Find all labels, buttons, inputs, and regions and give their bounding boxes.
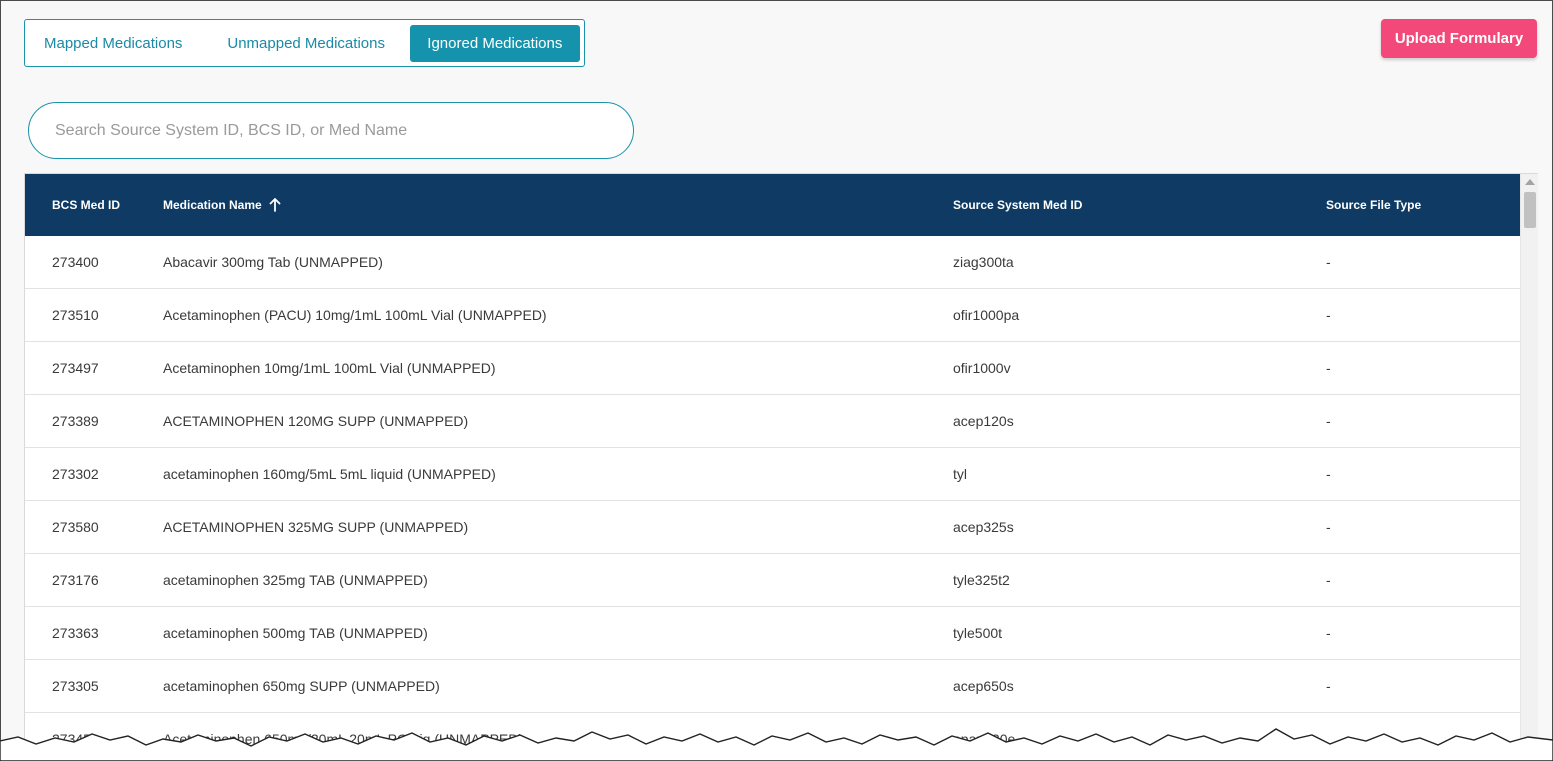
cell-source-system-med-id: tyl [953,466,967,482]
cell-medication-name: acetaminophen 325mg TAB (UNMAPPED) [163,572,428,588]
cell-bcs-med-id: 273497 [52,360,99,376]
cell-source-file-type: - [1326,625,1331,641]
table-row[interactable]: 273510 Acetaminophen (PACU) 10mg/1mL 100… [25,289,1520,342]
cell-source-system-med-id: ofir1000pa [953,307,1020,323]
column-header-source-system-med-id[interactable]: Source System Med ID [953,174,1082,236]
arrow-up-icon[interactable] [269,198,281,212]
cell-source-file-type: - [1326,360,1331,376]
torn-edge-decoration [0,728,1553,761]
cell-source-file-type: - [1326,519,1331,535]
cell-bcs-med-id: 273510 [52,307,99,323]
search-input[interactable] [28,102,634,159]
table-header: BCS Med ID Medication Name Source System… [25,174,1520,236]
tab-ignored-medications[interactable]: Ignored Medications [409,24,580,62]
column-header-medication-name[interactable]: Medication Name [163,174,281,236]
column-header-bcs-med-id[interactable]: BCS Med ID [52,174,120,236]
cell-medication-name: Acetaminophen 10mg/1mL 100mL Vial (UNMAP… [163,360,496,376]
cell-medication-name: Acetaminophen (PACU) 10mg/1mL 100mL Vial… [163,307,547,323]
cell-source-system-med-id: acep120s [953,413,1014,429]
cell-source-file-type: - [1326,413,1331,429]
table-row[interactable]: 273305 acetaminophen 650mg SUPP (UNMAPPE… [25,660,1520,713]
scroll-up-arrow-icon[interactable] [1525,179,1535,185]
tab-unmapped-medications[interactable]: Unmapped Medications [210,25,409,62]
table-row[interactable]: 273497 Acetaminophen 10mg/1mL 100mL Vial… [25,342,1520,395]
table-scrollbar[interactable] [1520,174,1538,760]
table-row[interactable]: 273580 ACETAMINOPHEN 325MG SUPP (UNMAPPE… [25,501,1520,554]
column-header-source-file-type[interactable]: Source File Type [1326,174,1421,236]
cell-medication-name: ACETAMINOPHEN 325MG SUPP (UNMAPPED) [163,519,469,535]
table-body: 273400 Abacavir 300mg Tab (UNMAPPED) zia… [25,236,1520,760]
medications-table: BCS Med ID Medication Name Source System… [24,173,1538,760]
medication-tabs: Mapped Medications Unmapped Medications … [24,19,585,67]
cell-bcs-med-id: 273580 [52,519,99,535]
table-row[interactable]: 273176 acetaminophen 325mg TAB (UNMAPPED… [25,554,1520,607]
cell-source-system-med-id: tyle325t2 [953,572,1010,588]
cell-bcs-med-id: 273302 [52,466,99,482]
cell-medication-name: Abacavir 300mg Tab (UNMAPPED) [163,254,383,270]
cell-source-system-med-id: ofir1000v [953,360,1011,376]
table-row[interactable]: 273400 Abacavir 300mg Tab (UNMAPPED) zia… [25,236,1520,289]
tab-mapped-medications[interactable]: Mapped Medications [29,25,210,62]
table-row[interactable]: 273389 ACETAMINOPHEN 120MG SUPP (UNMAPPE… [25,395,1520,448]
table-row[interactable]: 273363 acetaminophen 500mg TAB (UNMAPPED… [25,607,1520,660]
cell-medication-name: acetaminophen 500mg TAB (UNMAPPED) [163,625,428,641]
cell-source-file-type: - [1326,466,1331,482]
cell-bcs-med-id: 273389 [52,413,99,429]
scrollbar-thumb[interactable] [1524,192,1536,228]
cell-medication-name: ACETAMINOPHEN 120MG SUPP (UNMAPPED) [163,413,469,429]
cell-source-file-type: - [1326,307,1331,323]
cell-medication-name: acetaminophen 160mg/5mL 5mL liquid (UNMA… [163,466,496,482]
table-row[interactable]: 273302 acetaminophen 160mg/5mL 5mL liqui… [25,448,1520,501]
cell-bcs-med-id: 273363 [52,625,99,641]
cell-bcs-med-id: 273176 [52,572,99,588]
cell-source-file-type: - [1326,572,1331,588]
cell-bcs-med-id: 273305 [52,678,99,694]
cell-source-system-med-id: acep325s [953,519,1014,535]
cell-source-system-med-id: acep650s [953,678,1014,694]
cell-medication-name: acetaminophen 650mg SUPP (UNMAPPED) [163,678,440,694]
cell-source-system-med-id: ziag300ta [953,254,1014,270]
cell-source-file-type: - [1326,678,1331,694]
cell-bcs-med-id: 273400 [52,254,99,270]
app-window: Mapped Medications Unmapped Medications … [0,0,1553,761]
cell-source-file-type: - [1326,254,1331,270]
cell-source-system-med-id: tyle500t [953,625,1003,641]
upload-formulary-button[interactable]: Upload Formulary [1381,19,1537,58]
